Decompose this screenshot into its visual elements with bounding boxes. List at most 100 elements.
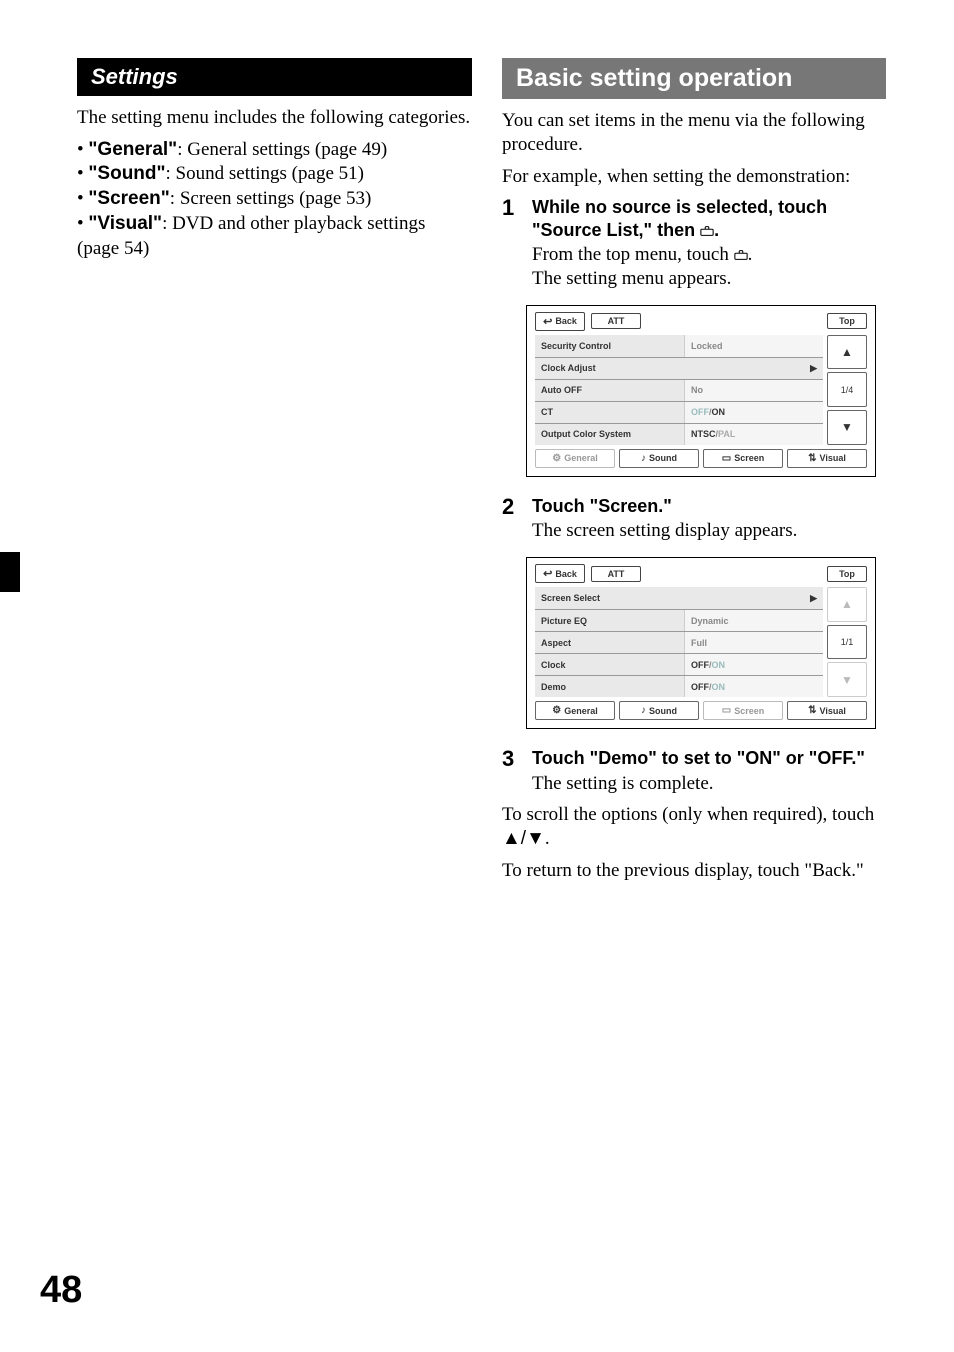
row-auto-off[interactable]: Auto OFF No [535, 379, 823, 401]
step-1-title: While no source is selected, touch "Sour… [532, 196, 886, 241]
tab-label: Sound [649, 706, 677, 716]
step-1-title-end: . [714, 220, 719, 240]
row-value: OFF / ON [685, 654, 823, 675]
step-number: 2 [502, 495, 522, 543]
row-clock[interactable]: Clock OFF / ON [535, 653, 823, 675]
back-button[interactable]: Back [535, 312, 585, 331]
row-ct[interactable]: CT OFF / ON [535, 401, 823, 423]
scroll-up-button[interactable]: ▲ [827, 587, 867, 622]
step-number: 1 [502, 196, 522, 291]
back-icon [543, 315, 552, 328]
value-on: ON [712, 682, 726, 692]
step-2-line1: The screen setting display appears. [532, 519, 886, 543]
gear-icon: ⚙ [552, 453, 561, 464]
footer-text-a: To scroll the options (only when require… [502, 804, 874, 825]
att-button[interactable]: ATT [591, 313, 641, 329]
ui-screenshot-screen: Back ATT Top Screen Select▶ Picture EQ D… [526, 557, 876, 729]
category-label: "Screen" [88, 188, 169, 209]
att-button[interactable]: ATT [591, 566, 641, 582]
value-on: ON [712, 660, 726, 670]
tab-general[interactable]: ⚙General [535, 449, 615, 468]
step-1-line2: The setting menu appears. [532, 267, 886, 291]
sound-icon: ♪ [641, 705, 646, 716]
step-1: 1 While no source is selected, touch "So… [502, 196, 886, 291]
intro-text-2: For example, when setting the demonstrat… [502, 165, 886, 189]
row-label: Clock Adjust ▶ [535, 358, 823, 379]
step-1-line1: From the top menu, touch . [532, 243, 886, 267]
top-button[interactable]: Top [827, 313, 867, 329]
row-security-control[interactable]: Security Control Locked [535, 335, 823, 357]
value-pal: PAL [718, 429, 735, 439]
row-label: Aspect [535, 632, 685, 653]
footer-text-c: . [545, 828, 550, 849]
list-item: "Screen": Screen settings (page 53) [77, 187, 472, 212]
row-value: OFF / ON [685, 402, 823, 423]
scroll-up-button[interactable]: ▲ [827, 335, 867, 370]
row-label: CT [535, 402, 685, 423]
settings-header: Settings [77, 58, 472, 96]
category-desc: : Sound settings (page 51) [166, 163, 364, 184]
step-1-title-text: While no source is selected, touch "Sour… [532, 197, 827, 240]
tab-label: Screen [734, 706, 764, 716]
chevron-down-icon: ▼ [841, 420, 853, 434]
tab-general[interactable]: ⚙General [535, 701, 615, 720]
tab-visual[interactable]: ⇅Visual [787, 701, 867, 720]
step-3-line1: The setting is complete. [532, 772, 886, 796]
row-output-color-system[interactable]: Output Color System NTSC / PAL [535, 423, 823, 445]
tab-label: General [564, 706, 598, 716]
settings-category-list: "General": General settings (page 49) "S… [77, 138, 472, 261]
tab-sound[interactable]: ♪Sound [619, 701, 699, 720]
category-desc: : General settings (page 49) [177, 139, 387, 160]
row-label-text: Screen Select [541, 593, 600, 603]
settings-toolbox-icon [734, 244, 748, 256]
row-aspect[interactable]: Aspect Full [535, 631, 823, 653]
tab-label: Sound [649, 453, 677, 463]
tab-screen[interactable]: ▭Screen [703, 449, 783, 468]
category-label: "Sound" [88, 163, 165, 184]
row-label: Demo [535, 676, 685, 697]
tab-sound[interactable]: ♪Sound [619, 449, 699, 468]
screen-icon: ▭ [722, 453, 731, 464]
tab-screen[interactable]: ▭Screen [703, 701, 783, 720]
row-demo[interactable]: Demo OFF / ON [535, 675, 823, 697]
step-3-title: Touch "Demo" to set to "ON" or "OFF." [532, 747, 886, 770]
tab-label: Visual [820, 453, 846, 463]
value-off: OFF [691, 682, 709, 692]
top-button[interactable]: Top [827, 566, 867, 582]
row-value: No [685, 380, 823, 401]
row-label: Auto OFF [535, 380, 685, 401]
settings-toolbox-icon [700, 220, 714, 232]
row-clock-adjust[interactable]: Clock Adjust ▶ [535, 357, 823, 379]
back-button[interactable]: Back [535, 564, 585, 583]
value-ntsc: NTSC [691, 429, 716, 439]
row-label-text: Clock Adjust [541, 363, 596, 373]
screen-icon: ▭ [722, 705, 731, 716]
row-screen-select[interactable]: Screen Select▶ [535, 587, 823, 609]
row-label: Picture EQ [535, 610, 685, 631]
back-label: Back [555, 316, 577, 326]
page-edge-marker [0, 552, 20, 592]
row-value: Locked [685, 335, 823, 357]
settings-intro: The setting menu includes the following … [77, 106, 472, 130]
row-label: Security Control [535, 335, 685, 357]
chevron-right-icon: ▶ [810, 363, 817, 374]
footer-scroll-text: To scroll the options (only when require… [502, 803, 886, 851]
list-item: "General": General settings (page 49) [77, 138, 472, 163]
row-value: NTSC / PAL [685, 424, 823, 445]
scroll-down-button[interactable]: ▼ [827, 410, 867, 445]
scroll-down-button[interactable]: ▼ [827, 662, 867, 697]
list-item: "Sound": Sound settings (page 51) [77, 162, 472, 187]
row-value: OFF / ON [685, 676, 823, 697]
chevron-up-icon: ▲ [841, 345, 853, 359]
ui-screenshot-general: Back ATT Top Security Control Locked Clo… [526, 305, 876, 477]
gear-icon: ⚙ [552, 705, 561, 716]
row-label: Clock [535, 654, 685, 675]
chevron-up-icon: ▲ [841, 597, 853, 611]
tab-label: Screen [734, 453, 764, 463]
footer-back-text: To return to the previous display, touch… [502, 859, 886, 883]
value-off: OFF [691, 660, 709, 670]
tab-visual[interactable]: ⇅Visual [787, 449, 867, 468]
value-off: OFF [691, 407, 709, 417]
row-picture-eq[interactable]: Picture EQ Dynamic [535, 609, 823, 631]
step-1-line1-end: . [748, 244, 753, 265]
